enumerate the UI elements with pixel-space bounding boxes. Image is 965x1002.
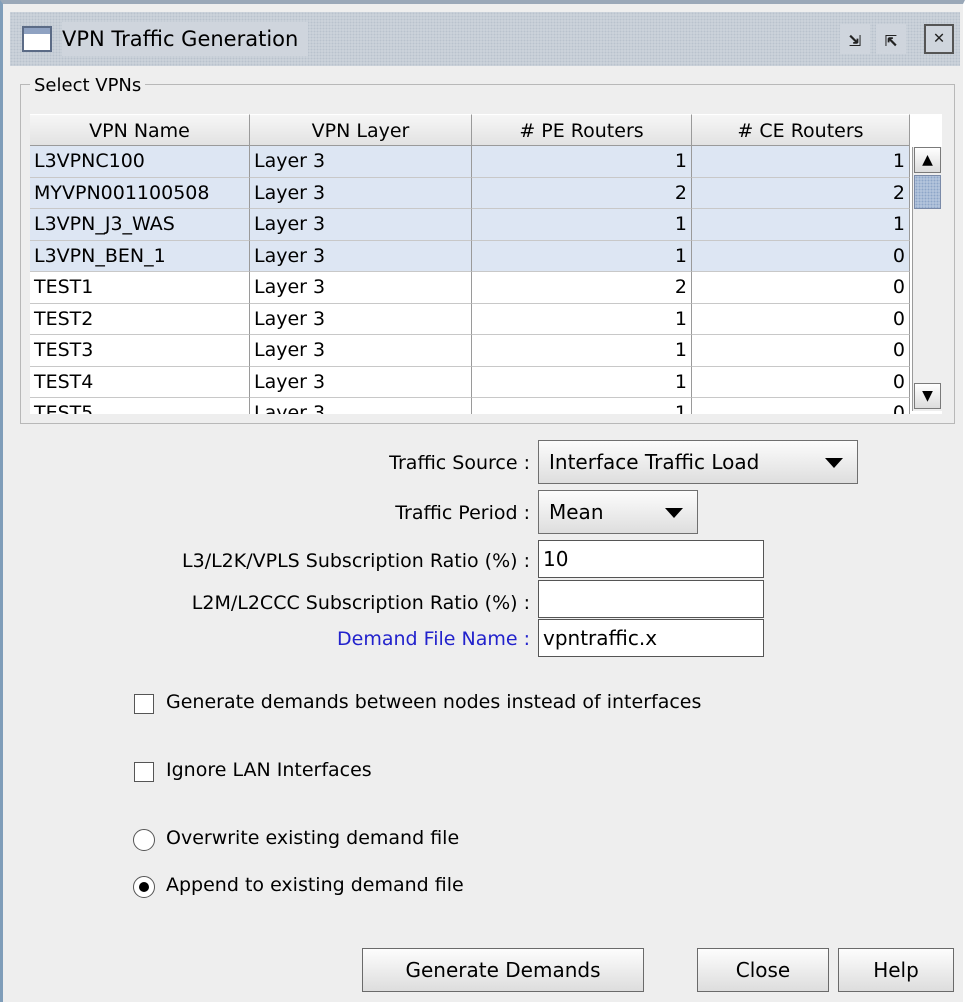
append-demand-file-label: Append to existing demand file	[166, 874, 464, 896]
ce-routers-cell: 0	[692, 366, 910, 398]
vpn-name-cell: MYVPN001100508	[30, 177, 250, 209]
select-vpns-legend: Select VPNs	[30, 75, 146, 96]
traffic-source-label: Traffic Source :	[389, 452, 530, 474]
ce-routers-cell: 1	[692, 146, 910, 178]
vpn-name-cell: TEST1	[30, 272, 250, 304]
table-row[interactable]: TEST1 Layer 3 2 0	[30, 272, 910, 304]
l2m-subscription-ratio-input[interactable]	[538, 580, 764, 618]
overwrite-demand-file-radio[interactable]	[133, 829, 155, 851]
table-row[interactable]: TEST3 Layer 3 1 0	[30, 335, 910, 367]
ignore-lan-interfaces-checkbox[interactable]	[134, 762, 154, 782]
generate-between-nodes-checkbox[interactable]	[134, 694, 154, 714]
l3-subscription-ratio-label: L3/L2K/VPLS Subscription Ratio (%) :	[182, 550, 530, 572]
title-bar[interactable]: VPN Traffic Generation ⇲ ⇱ ✕	[10, 12, 960, 66]
column-header-pe-routers[interactable]: # PE Routers	[472, 114, 692, 146]
pe-routers-cell: 1	[472, 209, 692, 241]
column-header-vpn-layer[interactable]: VPN Layer	[250, 114, 472, 146]
ce-routers-cell: 0	[692, 303, 910, 335]
traffic-period-label: Traffic Period :	[395, 502, 530, 524]
table-row[interactable]: L3VPN_BEN_1 Layer 3 1 0	[30, 240, 910, 272]
vpn-table[interactable]: VPN Name VPN Layer # PE Routers # CE Rou…	[30, 114, 942, 414]
column-header-vpn-name[interactable]: VPN Name	[30, 114, 250, 146]
ce-routers-cell: 1	[692, 209, 910, 241]
table-row[interactable]: MYVPN001100508 Layer 3 2 2	[30, 177, 910, 209]
scroll-up-icon[interactable]: ▲	[914, 147, 941, 173]
table-vertical-scrollbar[interactable]: ▲ ▼	[912, 147, 942, 411]
vpn-layer-cell: Layer 3	[250, 146, 472, 178]
vpn-layer-cell: Layer 3	[250, 335, 472, 367]
close-button[interactable]: Close	[697, 948, 829, 992]
ce-routers-cell: 2	[692, 177, 910, 209]
column-header-ce-routers[interactable]: # CE Routers	[692, 114, 910, 146]
ce-routers-cell: 0	[692, 272, 910, 304]
demand-file-name-label[interactable]: Demand File Name :	[337, 628, 530, 650]
vpn-layer-cell: Layer 3	[250, 366, 472, 398]
ce-routers-cell: 0	[692, 398, 910, 414]
vpn-name-cell: TEST3	[30, 335, 250, 367]
vpn-layer-cell: Layer 3	[250, 398, 472, 414]
traffic-period-value: Mean	[549, 500, 604, 524]
table-row[interactable]: L3VPNC100 Layer 3 1 1	[30, 146, 910, 178]
generate-between-nodes-label: Generate demands between nodes instead o…	[166, 691, 702, 713]
chevron-down-icon	[665, 508, 683, 518]
ce-routers-cell: 0	[692, 240, 910, 272]
overwrite-demand-file-label: Overwrite existing demand file	[166, 827, 460, 849]
pe-routers-cell: 2	[472, 272, 692, 304]
table-row[interactable]: TEST2 Layer 3 1 0	[30, 303, 910, 335]
window-icon	[22, 26, 52, 52]
generate-demands-button[interactable]: Generate Demands	[362, 948, 644, 992]
vpn-name-cell: TEST5	[30, 398, 250, 414]
table-row[interactable]: L3VPN_J3_WAS Layer 3 1 1	[30, 209, 910, 241]
pe-routers-cell: 1	[472, 366, 692, 398]
vpn-name-cell: L3VPNC100	[30, 146, 250, 178]
traffic-source-value: Interface Traffic Load	[549, 450, 760, 474]
traffic-source-select[interactable]: Interface Traffic Load	[538, 440, 858, 484]
pe-routers-cell: 1	[472, 335, 692, 367]
pe-routers-cell: 1	[472, 240, 692, 272]
vpn-layer-cell: Layer 3	[250, 240, 472, 272]
traffic-period-select[interactable]: Mean	[538, 490, 698, 534]
l2m-subscription-ratio-label: L2M/L2CCC Subscription Ratio (%) :	[191, 592, 530, 614]
scroll-down-icon[interactable]: ▼	[914, 383, 941, 409]
window-title: VPN Traffic Generation	[62, 22, 309, 56]
restore-icon[interactable]: ⇲	[840, 24, 870, 54]
table-row[interactable]: TEST4 Layer 3 1 0	[30, 366, 910, 398]
vpn-name-cell: TEST4	[30, 366, 250, 398]
table-row[interactable]: TEST5 Layer 3 1 0	[30, 398, 910, 414]
help-button[interactable]: Help	[838, 948, 954, 992]
vpn-table-body: L3VPNC100 Layer 3 1 1 MYVPN001100508 Lay…	[30, 146, 910, 414]
vpn-layer-cell: Layer 3	[250, 303, 472, 335]
maximize-icon[interactable]: ⇱	[876, 24, 906, 54]
append-demand-file-radio[interactable]	[133, 876, 155, 898]
l3-subscription-ratio-input[interactable]: 10	[538, 540, 764, 578]
chevron-down-icon	[825, 458, 843, 468]
vpn-layer-cell: Layer 3	[250, 209, 472, 241]
vpn-layer-cell: Layer 3	[250, 177, 472, 209]
ignore-lan-interfaces-label: Ignore LAN Interfaces	[166, 759, 372, 781]
close-icon[interactable]: ✕	[924, 24, 954, 54]
pe-routers-cell: 1	[472, 146, 692, 178]
pe-routers-cell: 1	[472, 398, 692, 414]
vpn-name-cell: TEST2	[30, 303, 250, 335]
vpn-layer-cell: Layer 3	[250, 272, 472, 304]
scrollbar-thumb[interactable]	[914, 175, 941, 209]
vpn-name-cell: L3VPN_BEN_1	[30, 240, 250, 272]
demand-file-name-input[interactable]: vpntraffic.x	[538, 619, 764, 657]
pe-routers-cell: 2	[472, 177, 692, 209]
vpn-table-header: VPN Name VPN Layer # PE Routers # CE Rou…	[30, 114, 910, 146]
pe-routers-cell: 1	[472, 303, 692, 335]
vpn-name-cell: L3VPN_J3_WAS	[30, 209, 250, 241]
ce-routers-cell: 0	[692, 335, 910, 367]
